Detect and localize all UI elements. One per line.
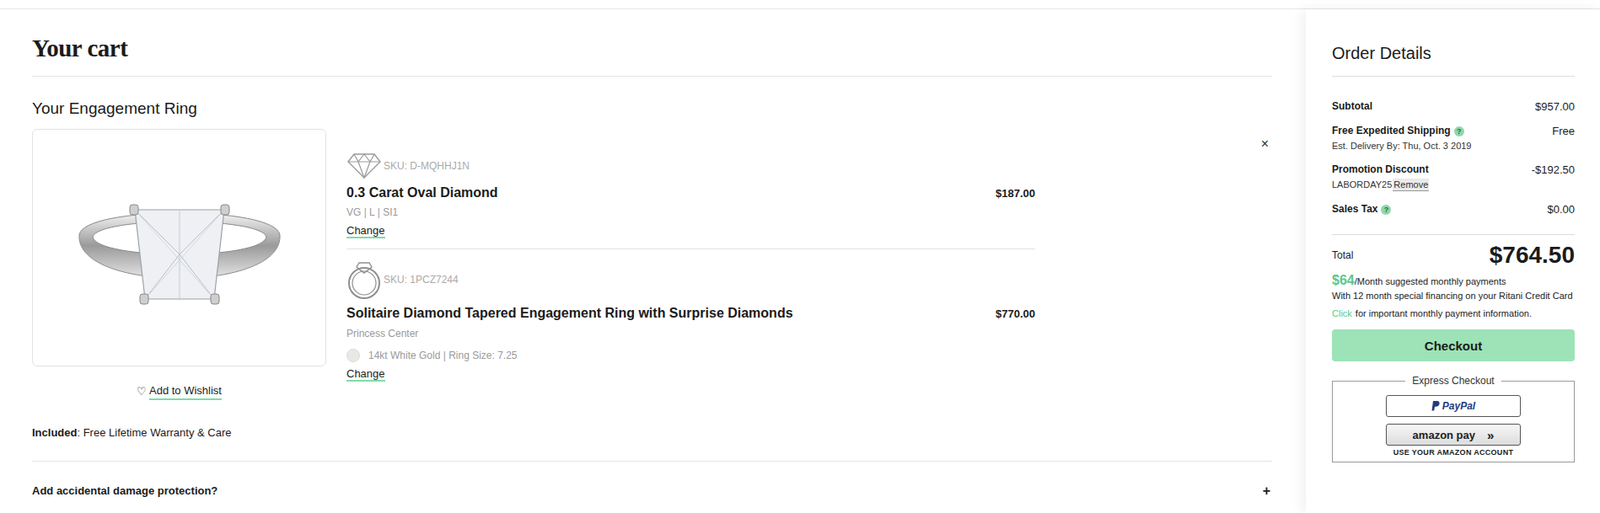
add-to-wishlist[interactable]: ♡Add to Wishlist	[136, 383, 222, 401]
amazon-pay-button[interactable]: amazon pay»	[1385, 424, 1521, 446]
cart-title: Your cart	[32, 34, 1273, 62]
change-link[interactable]: Change	[346, 224, 386, 239]
promo-code: LABORDAY25Remove	[1331, 178, 1575, 192]
item-name: 0.3 Carat Oval Diamond	[346, 184, 499, 202]
paypal-icon	[1431, 401, 1440, 412]
cart-main: Your cart Your Engagement Ring ♡Add to Wis…	[0, 9, 1306, 513]
cart-item: SKU: D-MQHHJ1N 0.3 Carat Oval Diamond $187…	[346, 152, 1036, 250]
divider	[32, 75, 1273, 77]
help-icon[interactable]: ?	[1454, 126, 1465, 137]
change-link[interactable]: Change	[346, 367, 386, 382]
item-price: $187.00	[995, 187, 1036, 200]
top-bar	[0, 0, 1600, 10]
ring-image	[32, 128, 327, 367]
heart-icon: ♡	[136, 384, 147, 400]
remove-button[interactable]: ×	[1257, 137, 1273, 401]
sku: SKU: 1PCZ7244	[383, 273, 459, 286]
item-list: SKU: D-MQHHJ1N 0.3 Carat Oval Diamond $187…	[346, 128, 1036, 401]
summary-row: Promotion Discount -$192.50LABORDAY25Rem…	[1331, 163, 1575, 192]
ring-icon	[74, 184, 285, 312]
diamond-icon	[346, 152, 382, 180]
plus-icon: +	[1262, 483, 1273, 500]
order-details: Order Details Subtotal $957.00 Free Expedi…	[1305, 9, 1600, 513]
cart-page: Your cart Your Engagement Ring ♡Add to Wis…	[0, 0, 1600, 513]
help-icon[interactable]: ?	[1380, 204, 1391, 215]
checkout-button[interactable]: Checkout	[1331, 329, 1575, 362]
item-details: VG | L | SI1	[346, 205, 1036, 220]
paypal-button[interactable]: PayPal	[1385, 395, 1521, 418]
summary-row: Subtotal $957.00	[1331, 100, 1575, 113]
cart-item: SKU: 1PCZ7244 Solitaire Diamond Tapered E…	[346, 249, 1036, 392]
summary-row: Sales Tax ?$0.00	[1331, 203, 1575, 216]
total-row: Total$764.50	[1331, 241, 1575, 269]
chevrons-icon: »	[1487, 428, 1494, 443]
item-subtitle: Princess Center	[346, 327, 1036, 341]
protection-toggle[interactable]: Add accidental damage protection?+	[32, 483, 1273, 500]
sku: SKU: D-MQHHJ1N	[383, 160, 470, 172]
summary-row: Free Expedited Shipping ?FreeEst. Delive…	[1331, 124, 1575, 152]
express-checkout: Express CheckoutPayPalamazon pay»USE YOU…	[1331, 375, 1575, 463]
order-title: Order Details	[1331, 42, 1575, 64]
divider	[1331, 234, 1575, 236]
divider	[32, 461, 1273, 462]
financing-link[interactable]: Click	[1331, 307, 1353, 321]
delivery-estimate: Est. Delivery By: Thu, Oct. 3 2019	[1331, 139, 1575, 152]
item-price: $770.00	[995, 307, 1036, 321]
section-title: Your Engagement Ring	[32, 99, 1273, 119]
amazon-note: USE YOUR AMAZON ACCOUNT	[1393, 448, 1515, 457]
metal-swatch-icon	[346, 348, 360, 363]
financing-info: $64/Month suggested monthly paymentsWith…	[1331, 273, 1575, 321]
item-name: Solitaire Diamond Tapered Engagement Rin…	[346, 305, 794, 323]
divider	[1331, 75, 1575, 77]
remove-promo-link[interactable]: Remove	[1392, 178, 1429, 192]
ring-outline-icon	[346, 259, 382, 301]
included-note: Included: Free Lifetime Warranty & Care	[32, 425, 1273, 441]
product-row: ♡Add to Wishlist SKU: D-MQHHJ1N 0.3 Carat …	[32, 128, 1273, 401]
item-details: 14kt White Gold | Ring Size: 7.25	[346, 348, 1036, 363]
